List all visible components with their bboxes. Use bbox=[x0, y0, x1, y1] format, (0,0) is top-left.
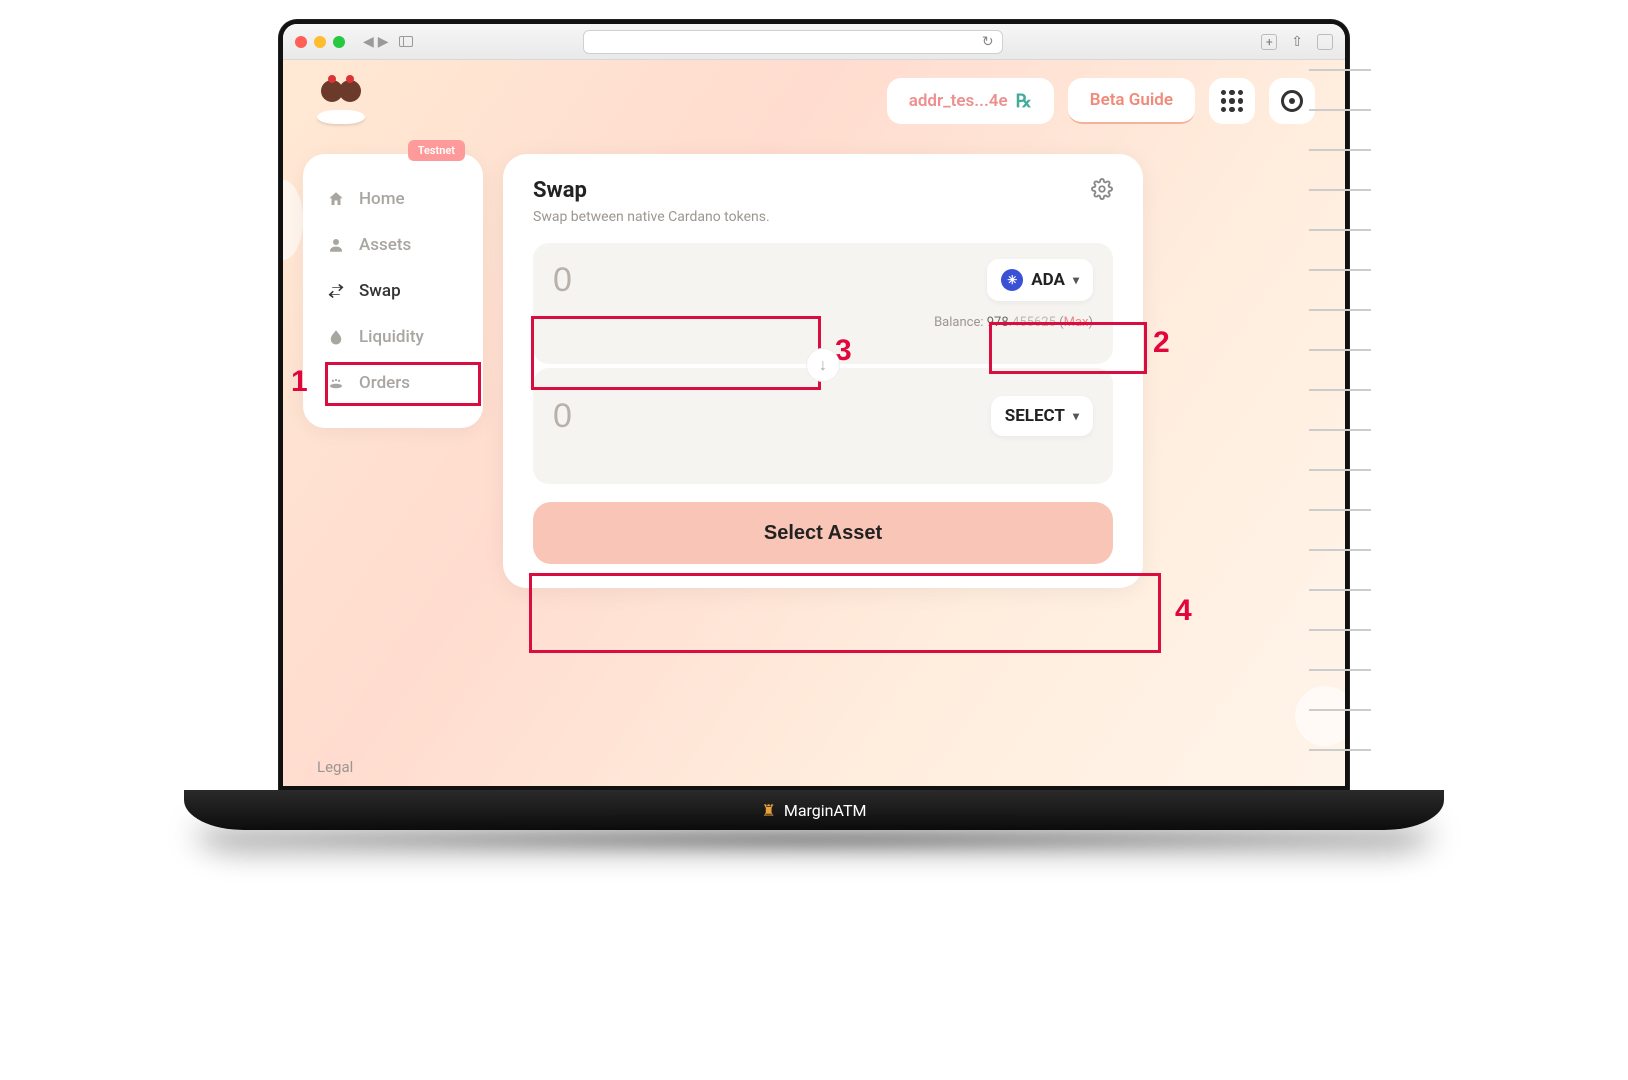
gear-icon bbox=[1281, 90, 1303, 112]
grid-icon bbox=[1221, 90, 1243, 112]
decor-bubble bbox=[1295, 686, 1345, 746]
tabs-button[interactable] bbox=[1317, 34, 1333, 50]
sidebar-item-label: Liquidity bbox=[359, 327, 424, 347]
screen: ◀ ▶ ↻ + ⇧ bbox=[279, 20, 1349, 790]
max-button[interactable]: Max bbox=[1064, 315, 1089, 330]
main-content: Testnet Home Assets bbox=[283, 124, 1345, 588]
app-viewport: addr_tes...4e ℞ Beta Guide Tes bbox=[283, 60, 1345, 786]
user-icon bbox=[327, 236, 345, 254]
swap-card: Swap Swap between native Cardano tokens.… bbox=[503, 154, 1143, 588]
from-balance: Balance: 978.455625 (Max) bbox=[553, 315, 1093, 330]
sidebar-item-label: Assets bbox=[359, 235, 411, 255]
sidebar-item-liquidity[interactable]: Liquidity bbox=[303, 314, 483, 360]
card-subtitle: Swap between native Cardano tokens. bbox=[533, 209, 770, 225]
apps-grid-button[interactable] bbox=[1209, 78, 1255, 124]
window-controls bbox=[295, 36, 345, 48]
app-header: addr_tes...4e ℞ Beta Guide bbox=[283, 60, 1345, 124]
annotation-num-2: 2 bbox=[1153, 326, 1170, 360]
beta-guide-button[interactable]: Beta Guide bbox=[1068, 78, 1195, 124]
close-window-icon[interactable] bbox=[295, 36, 307, 48]
from-token-select[interactable]: ✳ ADA ▾ bbox=[987, 259, 1093, 301]
from-token-label: ADA bbox=[1031, 270, 1065, 290]
share-icon[interactable]: ⇧ bbox=[1291, 34, 1303, 50]
toolbar-right: + ⇧ bbox=[1261, 34, 1333, 50]
orders-icon bbox=[327, 374, 345, 392]
sidebar-toggle-icon[interactable] bbox=[399, 36, 413, 47]
sidebar-item-assets[interactable]: Assets bbox=[303, 222, 483, 268]
laptop-mockup: ◀ ▶ ↻ + ⇧ bbox=[164, 20, 1464, 854]
sidebar-item-swap[interactable]: Swap bbox=[303, 268, 483, 314]
testnet-badge: Testnet bbox=[408, 140, 465, 161]
ada-icon: ✳ bbox=[1001, 269, 1023, 291]
wallet-network-icon: ℞ bbox=[1016, 91, 1032, 112]
laptop-shadow bbox=[184, 824, 1444, 854]
annotation-num-4: 4 bbox=[1175, 594, 1192, 628]
swap-from-box: ✳ ADA ▾ Balance: 978.455625 (Max) ↓ bbox=[533, 243, 1113, 364]
card-title: Swap bbox=[533, 178, 770, 203]
to-token-label: SELECT bbox=[1005, 406, 1065, 426]
maximize-window-icon[interactable] bbox=[333, 36, 345, 48]
from-amount-input[interactable] bbox=[553, 261, 753, 300]
nav-arrows: ◀ ▶ bbox=[363, 34, 389, 50]
forward-button[interactable]: ▶ bbox=[378, 34, 389, 50]
to-token-select[interactable]: SELECT ▾ bbox=[991, 396, 1093, 436]
sidebar-item-label: Orders bbox=[359, 373, 410, 393]
chevron-down-icon: ▾ bbox=[1073, 409, 1079, 423]
sidebar-item-label: Home bbox=[359, 189, 405, 209]
home-icon bbox=[327, 190, 345, 208]
new-tab-button[interactable]: + bbox=[1261, 34, 1277, 50]
legal-link[interactable]: Legal bbox=[317, 758, 353, 776]
chevron-down-icon: ▾ bbox=[1073, 273, 1079, 287]
to-amount-input[interactable] bbox=[553, 397, 753, 436]
swap-settings-button[interactable] bbox=[1091, 178, 1113, 200]
annotation-num-1: 1 bbox=[291, 365, 308, 399]
swap-to-box: SELECT ▾ bbox=[533, 368, 1113, 484]
sidebar-nav: Testnet Home Assets bbox=[303, 154, 483, 428]
sidebar-item-label: Swap bbox=[359, 281, 401, 301]
settings-button[interactable] bbox=[1269, 78, 1315, 124]
sidebar-item-orders[interactable]: Orders bbox=[303, 360, 483, 406]
swap-direction-button[interactable]: ↓ bbox=[806, 348, 840, 382]
minimize-window-icon[interactable] bbox=[314, 36, 326, 48]
app-logo[interactable] bbox=[313, 78, 369, 124]
swap-icon bbox=[327, 282, 345, 300]
select-asset-button[interactable]: Select Asset bbox=[533, 502, 1113, 564]
wallet-address-text: addr_tes...4e bbox=[909, 91, 1008, 111]
back-button[interactable]: ◀ bbox=[363, 34, 374, 50]
sidebar-item-home[interactable]: Home bbox=[303, 176, 483, 222]
brand-icon: ♜ bbox=[762, 801, 776, 820]
drop-icon bbox=[327, 328, 345, 346]
refresh-icon[interactable]: ↻ bbox=[982, 34, 994, 50]
wallet-address-button[interactable]: addr_tes...4e ℞ bbox=[887, 78, 1054, 124]
url-bar[interactable]: ↻ bbox=[583, 30, 1003, 54]
browser-toolbar: ◀ ▶ ↻ + ⇧ bbox=[283, 24, 1345, 60]
brand-name: MarginATM bbox=[784, 801, 867, 820]
